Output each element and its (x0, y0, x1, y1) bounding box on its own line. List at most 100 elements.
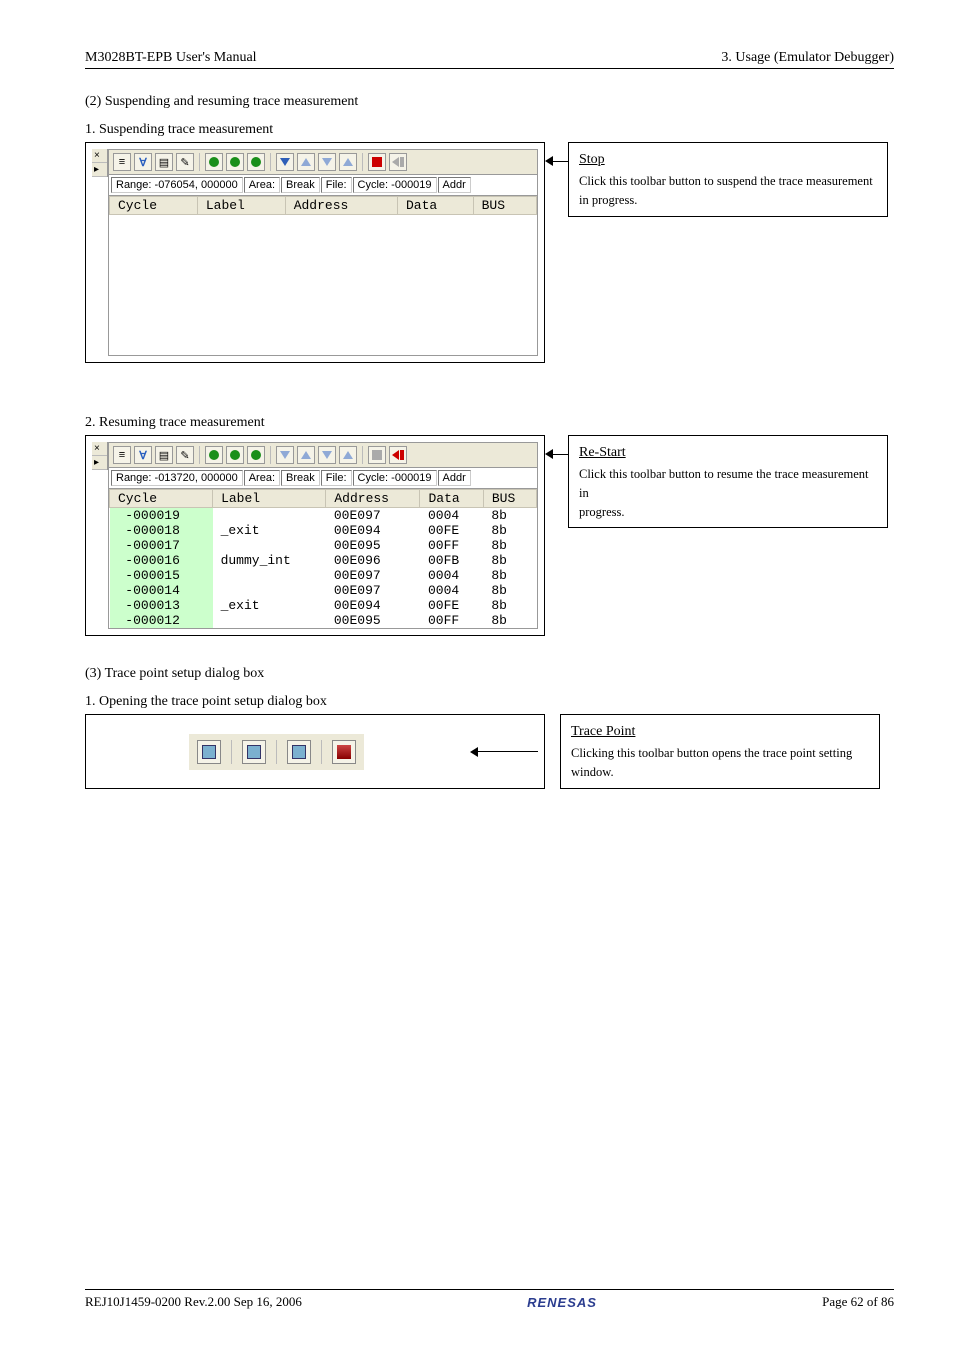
col-label[interactable]: Label (213, 490, 326, 508)
nav-up-icon[interactable] (297, 153, 315, 171)
col-cycle[interactable]: Cycle (110, 490, 213, 508)
col-cycle[interactable]: Cycle (110, 197, 198, 215)
table-row[interactable]: -000014 00E09700048b (110, 583, 537, 598)
close-x-icon[interactable]: × (92, 442, 107, 456)
col-data[interactable]: Data (397, 197, 473, 215)
pointer-line (553, 454, 568, 455)
col-bus[interactable]: BUS (473, 197, 536, 215)
suspend-block: × ▸ ≡ ∀ ▤ ✎ (85, 142, 894, 363)
nav-up2-icon[interactable] (339, 446, 357, 464)
cycle-field: Cycle: -000019 (353, 177, 437, 193)
cell-data: 00FB (420, 553, 483, 568)
stop-body-2: in progress. (579, 191, 877, 210)
dock-bar[interactable]: × ▸ (92, 149, 108, 177)
break-field: Break (281, 177, 320, 193)
cell-bus: 8b (483, 613, 536, 628)
resume-block: × ▸ ≡ ∀ ▤ ✎ (85, 435, 894, 636)
cell-address: 00E094 (326, 598, 420, 613)
pin-icon[interactable]: ▸ (92, 163, 107, 177)
nav-up2-icon[interactable] (339, 153, 357, 171)
col-data[interactable]: Data (420, 490, 483, 508)
addr-field: Addr (438, 177, 471, 193)
cell-address: 00E097 (326, 583, 420, 598)
col-label[interactable]: Label (197, 197, 285, 215)
table-row[interactable]: -000017 00E09500FF8b (110, 538, 537, 553)
stop-callout: Stop Click this toolbar button to suspen… (568, 142, 888, 217)
toolbar-separator (276, 740, 277, 764)
cell-cycle: -000012 (110, 613, 213, 628)
nav-down-icon[interactable] (276, 153, 294, 171)
cell-address: 00E096 (326, 553, 420, 568)
cell-address: 00E097 (326, 568, 420, 583)
tracepoint-toolbar-box (85, 714, 545, 789)
cell-label (213, 583, 326, 598)
toolbar-separator (199, 153, 200, 171)
cell-cycle: -000015 (110, 568, 213, 583)
restart-button[interactable] (389, 153, 407, 171)
edit-icon[interactable]: ✎ (176, 446, 194, 464)
col-bus[interactable]: BUS (483, 490, 536, 508)
cell-data: 00FF (420, 613, 483, 628)
tp-window1-icon[interactable] (197, 740, 221, 764)
edit-icon[interactable]: ✎ (176, 153, 194, 171)
pin-icon[interactable]: ▸ (92, 456, 107, 470)
range-field: Range: -076054, 000000 (111, 177, 243, 193)
cell-bus: 8b (483, 538, 536, 553)
toolbar-separator (362, 153, 363, 171)
stop-button[interactable] (368, 153, 386, 171)
nav-down2-icon[interactable] (318, 446, 336, 464)
find-next-icon[interactable] (226, 446, 244, 464)
tp-window2-icon[interactable] (242, 740, 266, 764)
header-right: 3. Usage (Emulator Debugger) (721, 50, 894, 66)
cell-data: 0004 (420, 508, 483, 524)
view-mode-icon[interactable]: ≡ (113, 153, 131, 171)
footer-left: REJ10J1459-0200 Rev.2.00 Sep 16, 2006 (85, 1294, 302, 1310)
cell-address: 00E095 (326, 613, 420, 628)
page-footer: REJ10J1459-0200 Rev.2.00 Sep 16, 2006 RE… (85, 1289, 894, 1310)
restart-button[interactable] (389, 446, 407, 464)
col-address[interactable]: Address (285, 197, 397, 215)
trace-table-empty: Cycle Label Address Data BUS (108, 196, 538, 356)
table-row[interactable]: -000013_exit 00E09400FE8b (110, 598, 537, 613)
table-row[interactable]: -000016dummy_int00E09600FB8b (110, 553, 537, 568)
find-icon[interactable] (205, 446, 223, 464)
table-row[interactable]: -000012 00E09500FF8b (110, 613, 537, 628)
page-icon[interactable]: ▤ (155, 446, 173, 464)
table-row[interactable]: -000018_exit 00E09400FE8b (110, 523, 537, 538)
sub-2-title: 2. Resuming trace measurement (85, 415, 894, 431)
cell-bus: 8b (483, 598, 536, 613)
cell-address: 00E094 (326, 523, 420, 538)
range-field: Range: -013720, 000000 (111, 470, 243, 486)
cell-data: 00FE (420, 523, 483, 538)
close-x-icon[interactable]: × (92, 149, 107, 163)
filter-icon[interactable]: ∀ (134, 153, 152, 171)
cell-data: 00FE (420, 598, 483, 613)
file-field: File: (321, 177, 352, 193)
table-row[interactable]: -000015 00E09700048b (110, 568, 537, 583)
nav-up-icon[interactable] (297, 446, 315, 464)
stop-button-disabled[interactable] (368, 446, 386, 464)
find-next-icon[interactable] (226, 153, 244, 171)
trace-point-button[interactable] (332, 740, 356, 764)
filter-icon[interactable]: ∀ (134, 446, 152, 464)
cell-cycle: -000016 (110, 553, 213, 568)
page-icon[interactable]: ▤ (155, 153, 173, 171)
nav-down2-icon[interactable] (318, 153, 336, 171)
find-prev-icon[interactable] (247, 153, 265, 171)
table-row[interactable]: -000019 00E09700048b (110, 508, 537, 524)
cell-bus: 8b (483, 523, 536, 538)
restart-body-1: Click this toolbar button to resume the … (579, 465, 877, 503)
view-mode-icon[interactable]: ≡ (113, 446, 131, 464)
toolbar-separator (270, 153, 271, 171)
dock-bar[interactable]: × ▸ (92, 442, 108, 470)
tp-window3-icon[interactable] (287, 740, 311, 764)
col-address[interactable]: Address (326, 490, 420, 508)
pointer-arrow-icon (470, 747, 478, 757)
file-field: File: (321, 470, 352, 486)
cell-label (213, 568, 326, 583)
find-prev-icon[interactable] (247, 446, 265, 464)
nav-down-icon[interactable] (276, 446, 294, 464)
cell-label (213, 538, 326, 553)
find-icon[interactable] (205, 153, 223, 171)
trace-toolbar: ≡ ∀ ▤ ✎ (108, 442, 538, 468)
